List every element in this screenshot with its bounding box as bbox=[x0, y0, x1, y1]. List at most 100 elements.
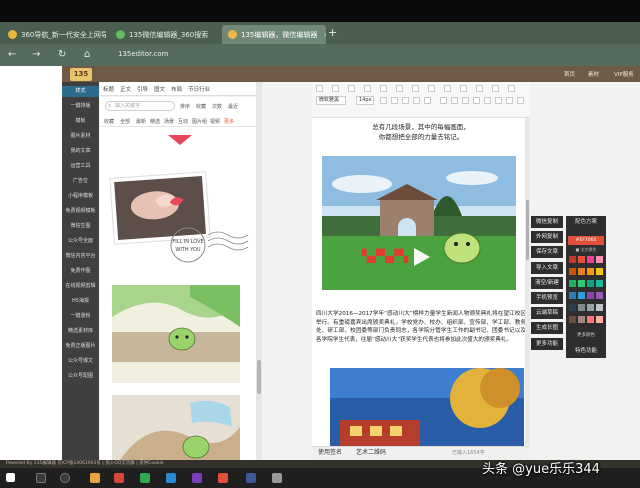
emoji-icon[interactable] bbox=[424, 97, 431, 104]
color-swatch[interactable] bbox=[578, 304, 585, 311]
topbar-home-link[interactable]: 首页 bbox=[564, 70, 575, 78]
filter-favorite[interactable]: 收藏 bbox=[196, 103, 206, 110]
color-swatch[interactable] bbox=[578, 292, 585, 299]
tab-guide[interactable]: 引导 bbox=[134, 85, 151, 93]
sidebar-item-18[interactable]: 公众号爆文 bbox=[62, 356, 99, 367]
app-icon-red[interactable] bbox=[114, 473, 124, 483]
action-button-5[interactable]: 手机预览 bbox=[531, 292, 563, 304]
redo-icon[interactable] bbox=[332, 85, 339, 92]
outdent-icon[interactable] bbox=[473, 97, 480, 104]
action-button-8[interactable]: 更多功能 bbox=[531, 337, 563, 350]
sidebar-item-9[interactable]: 微信生图 bbox=[62, 221, 99, 232]
editor-scroll-thumb[interactable] bbox=[526, 200, 529, 260]
subtab-image-group[interactable]: 图片组 bbox=[192, 118, 207, 125]
app-icon-green[interactable] bbox=[140, 473, 150, 483]
subtab-all[interactable]: 全部 bbox=[120, 118, 130, 125]
app-icon-orange[interactable] bbox=[218, 473, 228, 483]
forward-arrow-icon[interactable]: → bbox=[32, 49, 40, 61]
task-view-icon[interactable] bbox=[60, 473, 70, 483]
line-height-icon[interactable] bbox=[506, 97, 513, 104]
action-button-2[interactable]: 保存文章 bbox=[531, 246, 563, 259]
color-swatch[interactable] bbox=[578, 280, 585, 287]
color-swatch[interactable] bbox=[569, 316, 576, 323]
spacing-icon[interactable] bbox=[517, 97, 524, 104]
table-icon[interactable] bbox=[413, 97, 420, 104]
link-icon[interactable] bbox=[391, 97, 398, 104]
sidebar-item-15[interactable]: 一键涨粉 bbox=[62, 311, 99, 322]
use-signature-button[interactable]: 使用签名 bbox=[314, 448, 346, 458]
topbar-assets-link[interactable]: 素材 bbox=[588, 70, 599, 78]
whole-text-recolor-toggle[interactable]: ■ 全文换色 bbox=[566, 247, 606, 253]
tab-body[interactable]: 正文 bbox=[117, 85, 134, 93]
color-swatch[interactable] bbox=[596, 268, 603, 275]
color-swatch[interactable] bbox=[569, 256, 576, 263]
style-list[interactable]: FILL IN LOVE WITH YOU bbox=[100, 127, 256, 460]
color-swatch[interactable] bbox=[578, 316, 585, 323]
action-button-6[interactable]: 云端草稿 bbox=[531, 307, 563, 320]
sidebar-item-6[interactable]: 广告位 bbox=[62, 176, 99, 187]
code-icon[interactable] bbox=[451, 97, 458, 104]
color-swatch[interactable] bbox=[569, 304, 576, 311]
action-button-7[interactable]: 生成长图 bbox=[531, 322, 563, 335]
app-icon-grey[interactable] bbox=[272, 473, 282, 483]
color-swatch[interactable] bbox=[569, 292, 576, 299]
subtab-favorite[interactable]: 收藏 bbox=[104, 118, 114, 125]
subtab-interactive[interactable]: 互动 bbox=[178, 118, 188, 125]
back-arrow-icon[interactable]: ← bbox=[8, 49, 16, 61]
color-swatch[interactable] bbox=[587, 292, 594, 299]
undo-icon[interactable] bbox=[316, 85, 323, 92]
close-tab-icon[interactable]: × bbox=[317, 31, 326, 39]
sidebar-item-19[interactable]: 公众号配图 bbox=[62, 371, 99, 382]
font-family-select[interactable]: 微软雅黑 bbox=[316, 96, 346, 105]
color-swatch[interactable] bbox=[596, 316, 603, 323]
subtab-new[interactable]: 最新 bbox=[136, 118, 146, 125]
strike-icon[interactable] bbox=[412, 85, 419, 92]
filter-sort[interactable]: 排序 bbox=[180, 103, 190, 110]
subtab-video[interactable]: 视频 bbox=[210, 118, 220, 125]
editor-content[interactable]: ▚▞▚▞▚ bbox=[312, 118, 530, 446]
tab-layout[interactable]: 布局 bbox=[168, 85, 185, 93]
sidebar-item-17[interactable]: 免费正版图片 bbox=[62, 341, 99, 352]
sidebar-item-12[interactable]: 免费作图 bbox=[62, 266, 99, 277]
image-icon[interactable] bbox=[402, 97, 409, 104]
indent-icon[interactable] bbox=[462, 97, 469, 104]
sidebar-item-11[interactable]: 微信内容平台 bbox=[62, 251, 99, 262]
file-explorer-icon[interactable] bbox=[90, 473, 100, 483]
more-colors-link[interactable]: 更多颜色 bbox=[566, 332, 606, 338]
sidebar-item-2[interactable]: 模板 bbox=[62, 116, 99, 127]
bold-icon[interactable] bbox=[364, 85, 371, 92]
sidebar-item-3[interactable]: 图片素材 bbox=[62, 131, 99, 142]
filter-recent[interactable]: 最近 bbox=[228, 103, 238, 110]
color-swatch[interactable] bbox=[569, 268, 576, 275]
special-features-button[interactable]: 特色功能 bbox=[566, 345, 606, 357]
justify-icon[interactable] bbox=[508, 85, 515, 92]
sidebar-item-10[interactable]: 公众号全面 bbox=[62, 236, 99, 247]
sidebar-item-13[interactable]: 在线视频剪辑 bbox=[62, 281, 99, 292]
quote-icon[interactable] bbox=[440, 97, 447, 104]
superscript-icon[interactable] bbox=[484, 97, 491, 104]
sidebar-item-0[interactable]: 样式 bbox=[62, 86, 99, 97]
bg-color-icon[interactable] bbox=[444, 85, 451, 92]
action-button-0[interactable]: 微信复制 bbox=[531, 216, 563, 228]
search-taskbar-icon[interactable] bbox=[36, 473, 46, 483]
address-bar[interactable]: 135editor.com bbox=[118, 50, 169, 58]
art-qrcode-button[interactable]: 艺术二维码 bbox=[352, 448, 390, 458]
color-swatch[interactable] bbox=[578, 256, 585, 263]
tab-title[interactable]: 标题 bbox=[100, 85, 117, 93]
palette-hex-value[interactable]: #EF7060 bbox=[568, 236, 604, 245]
color-swatch[interactable] bbox=[596, 256, 603, 263]
color-swatch[interactable] bbox=[587, 256, 594, 263]
action-button-3[interactable]: 导入文章 bbox=[531, 261, 563, 274]
app-icon-blue[interactable] bbox=[246, 473, 256, 483]
sidebar-item-4[interactable]: 我的文章 bbox=[62, 146, 99, 157]
sidebar-item-7[interactable]: 小程序模板 bbox=[62, 191, 99, 202]
subscript-icon[interactable] bbox=[495, 97, 502, 104]
color-swatch[interactable] bbox=[587, 316, 594, 323]
align-right-icon[interactable] bbox=[492, 85, 499, 92]
align-left-icon[interactable] bbox=[460, 85, 467, 92]
action-button-1[interactable]: 外网复制 bbox=[531, 231, 563, 244]
app-icon-purple[interactable] bbox=[192, 473, 202, 483]
sidebar-item-16[interactable]: 精选素材库 bbox=[62, 326, 99, 337]
style-list-scroll-thumb[interactable] bbox=[257, 360, 261, 394]
sidebar-item-8[interactable]: 免费视频模板 bbox=[62, 206, 99, 217]
